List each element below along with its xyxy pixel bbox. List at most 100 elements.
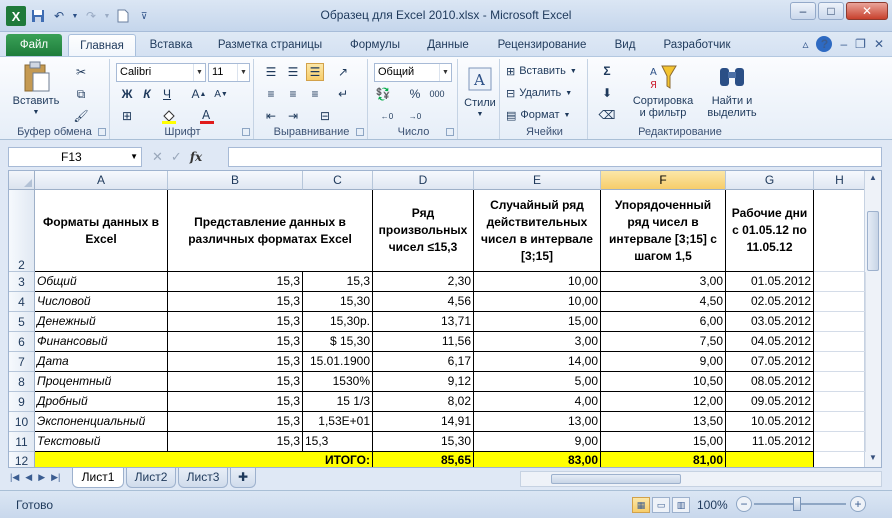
- font-color-icon[interactable]: A: [198, 107, 216, 125]
- empty-cell[interactable]: [814, 352, 866, 372]
- table-cell-a[interactable]: Текстовый: [35, 432, 168, 452]
- table-cell-b[interactable]: 15,3: [168, 272, 303, 292]
- column-header-a[interactable]: A: [35, 171, 168, 190]
- table-cell-d[interactable]: 2,30: [373, 272, 474, 292]
- table-cell-a[interactable]: Экспоненциальный: [35, 412, 168, 432]
- formula-input[interactable]: [228, 147, 882, 167]
- column-header-g[interactable]: G: [726, 171, 814, 190]
- name-box[interactable]: F13 ▼: [8, 147, 142, 167]
- sheet-tab-3[interactable]: Лист3: [178, 468, 228, 488]
- table-cell-g[interactable]: 03.05.2012: [726, 312, 814, 332]
- total-cell-f[interactable]: 81,00: [601, 452, 726, 467]
- total-label-cell[interactable]: ИТОГО:: [35, 452, 373, 467]
- borders-icon[interactable]: ⊞: [118, 107, 136, 125]
- insert-function-button[interactable]: fx: [190, 150, 202, 164]
- table-cell-d[interactable]: 9,12: [373, 372, 474, 392]
- header-cell-arbitrary[interactable]: Ряд произвольных чисел ≤15,3: [373, 190, 474, 272]
- orientation-icon[interactable]: ↗: [334, 63, 352, 81]
- table-cell-g[interactable]: 04.05.2012: [726, 332, 814, 352]
- decrease-indent-icon[interactable]: ⇤: [262, 107, 280, 125]
- fill-icon[interactable]: ⬇: [598, 84, 616, 102]
- help-icon[interactable]: ?: [816, 36, 833, 52]
- font-launcher-icon[interactable]: [242, 128, 250, 136]
- table-cell-g[interactable]: 02.05.2012: [726, 292, 814, 312]
- copy-icon[interactable]: ⧉: [72, 85, 90, 103]
- fill-color-icon[interactable]: [160, 107, 178, 125]
- table-cell-d[interactable]: 11,56: [373, 332, 474, 352]
- table-cell-b[interactable]: 15,3: [168, 372, 303, 392]
- table-cell-g[interactable]: 09.05.2012: [726, 392, 814, 412]
- tab-insert[interactable]: Вставка: [142, 34, 200, 56]
- format-cells-button[interactable]: ▤ Формат ▼: [506, 106, 570, 124]
- column-header-f[interactable]: F: [601, 171, 726, 190]
- paste-dropdown-icon[interactable]: ▼: [8, 107, 64, 119]
- horizontal-scroll-thumb[interactable]: [551, 474, 681, 484]
- table-cell-c[interactable]: 15,3: [303, 272, 373, 292]
- empty-cell[interactable]: [814, 292, 866, 312]
- zoom-in-icon[interactable]: +: [850, 496, 866, 512]
- column-header-c[interactable]: C: [303, 171, 373, 190]
- table-cell-g[interactable]: 01.05.2012: [726, 272, 814, 292]
- autosum-button[interactable]: Σ: [598, 62, 616, 80]
- empty-cell[interactable]: [814, 412, 866, 432]
- empty-cell[interactable]: [814, 272, 866, 292]
- shrink-font-icon[interactable]: A ▼: [212, 85, 230, 103]
- vertical-scroll-thumb[interactable]: [867, 211, 879, 271]
- styles-button[interactable]: A Стили ▼: [462, 63, 498, 121]
- tab-file[interactable]: Файл: [6, 34, 62, 56]
- tab-home[interactable]: Главная: [68, 34, 136, 56]
- worksheet-grid[interactable]: A B C D E F G H 2 Форматы данных в Excel…: [8, 170, 882, 468]
- table-cell-b[interactable]: 15,3: [168, 292, 303, 312]
- empty-cell[interactable]: [814, 372, 866, 392]
- bold-button[interactable]: Ж: [118, 85, 136, 103]
- empty-cell[interactable]: [814, 432, 866, 452]
- table-cell-c[interactable]: $ 15,30: [303, 332, 373, 352]
- horizontal-scrollbar[interactable]: [520, 471, 882, 487]
- header-cell-representation[interactable]: Представление данных в различных формата…: [168, 190, 373, 272]
- table-cell-d[interactable]: 6,17: [373, 352, 474, 372]
- decrease-decimal-icon[interactable]: →0: [406, 107, 424, 125]
- maximize-button[interactable]: □: [818, 2, 844, 20]
- table-cell-g[interactable]: 11.05.2012: [726, 432, 814, 452]
- sheet-tab-2[interactable]: Лист2: [126, 468, 176, 488]
- column-header-h[interactable]: H: [814, 171, 866, 190]
- scroll-down-icon[interactable]: ▼: [866, 453, 880, 467]
- chevron-down-icon[interactable]: ▼: [439, 64, 451, 81]
- scroll-up-icon[interactable]: ▲: [866, 173, 880, 187]
- first-sheet-icon[interactable]: |◀: [10, 472, 19, 483]
- underline-button[interactable]: Ч: [158, 85, 176, 103]
- empty-cell[interactable]: [814, 332, 866, 352]
- column-header-e[interactable]: E: [474, 171, 601, 190]
- total-cell-d[interactable]: 85,65: [373, 452, 474, 467]
- select-all-button[interactable]: [9, 171, 35, 190]
- table-cell-e[interactable]: 14,00: [474, 352, 601, 372]
- tab-review[interactable]: Рецензирование: [488, 34, 596, 56]
- empty-cell[interactable]: [814, 190, 866, 272]
- align-right-icon[interactable]: ≡: [306, 85, 324, 103]
- table-cell-b[interactable]: 15,3: [168, 332, 303, 352]
- table-cell-a[interactable]: Дата: [35, 352, 168, 372]
- align-left-icon[interactable]: ≡: [262, 85, 280, 103]
- align-bottom-icon[interactable]: ☰: [306, 63, 324, 81]
- prev-sheet-icon[interactable]: ◀: [25, 472, 32, 483]
- confirm-entry-icon[interactable]: ✓: [171, 149, 182, 165]
- table-cell-f[interactable]: 15,00: [601, 432, 726, 452]
- table-cell-a[interactable]: Общий: [35, 272, 168, 292]
- clear-icon[interactable]: ⌫: [598, 106, 616, 124]
- table-cell-a[interactable]: Процентный: [35, 372, 168, 392]
- table-cell-e[interactable]: 15,00: [474, 312, 601, 332]
- table-cell-f[interactable]: 6,00: [601, 312, 726, 332]
- table-cell-c[interactable]: 15,3: [303, 432, 373, 452]
- workbook-close-icon[interactable]: ✕: [874, 37, 884, 51]
- zoom-out-icon[interactable]: −: [736, 496, 752, 512]
- align-top-icon[interactable]: ☰: [262, 63, 280, 81]
- row-header[interactable]: 9: [9, 392, 35, 412]
- table-cell-b[interactable]: 15,3: [168, 432, 303, 452]
- clipboard-launcher-icon[interactable]: [98, 128, 106, 136]
- table-cell-d[interactable]: 15,30: [373, 432, 474, 452]
- vertical-scrollbar[interactable]: ▲ ▼: [864, 171, 881, 467]
- table-cell-b[interactable]: 15,3: [168, 312, 303, 332]
- row-header[interactable]: 10: [9, 412, 35, 432]
- table-cell-f[interactable]: 7,50: [601, 332, 726, 352]
- table-cell-c[interactable]: 1,53E+01: [303, 412, 373, 432]
